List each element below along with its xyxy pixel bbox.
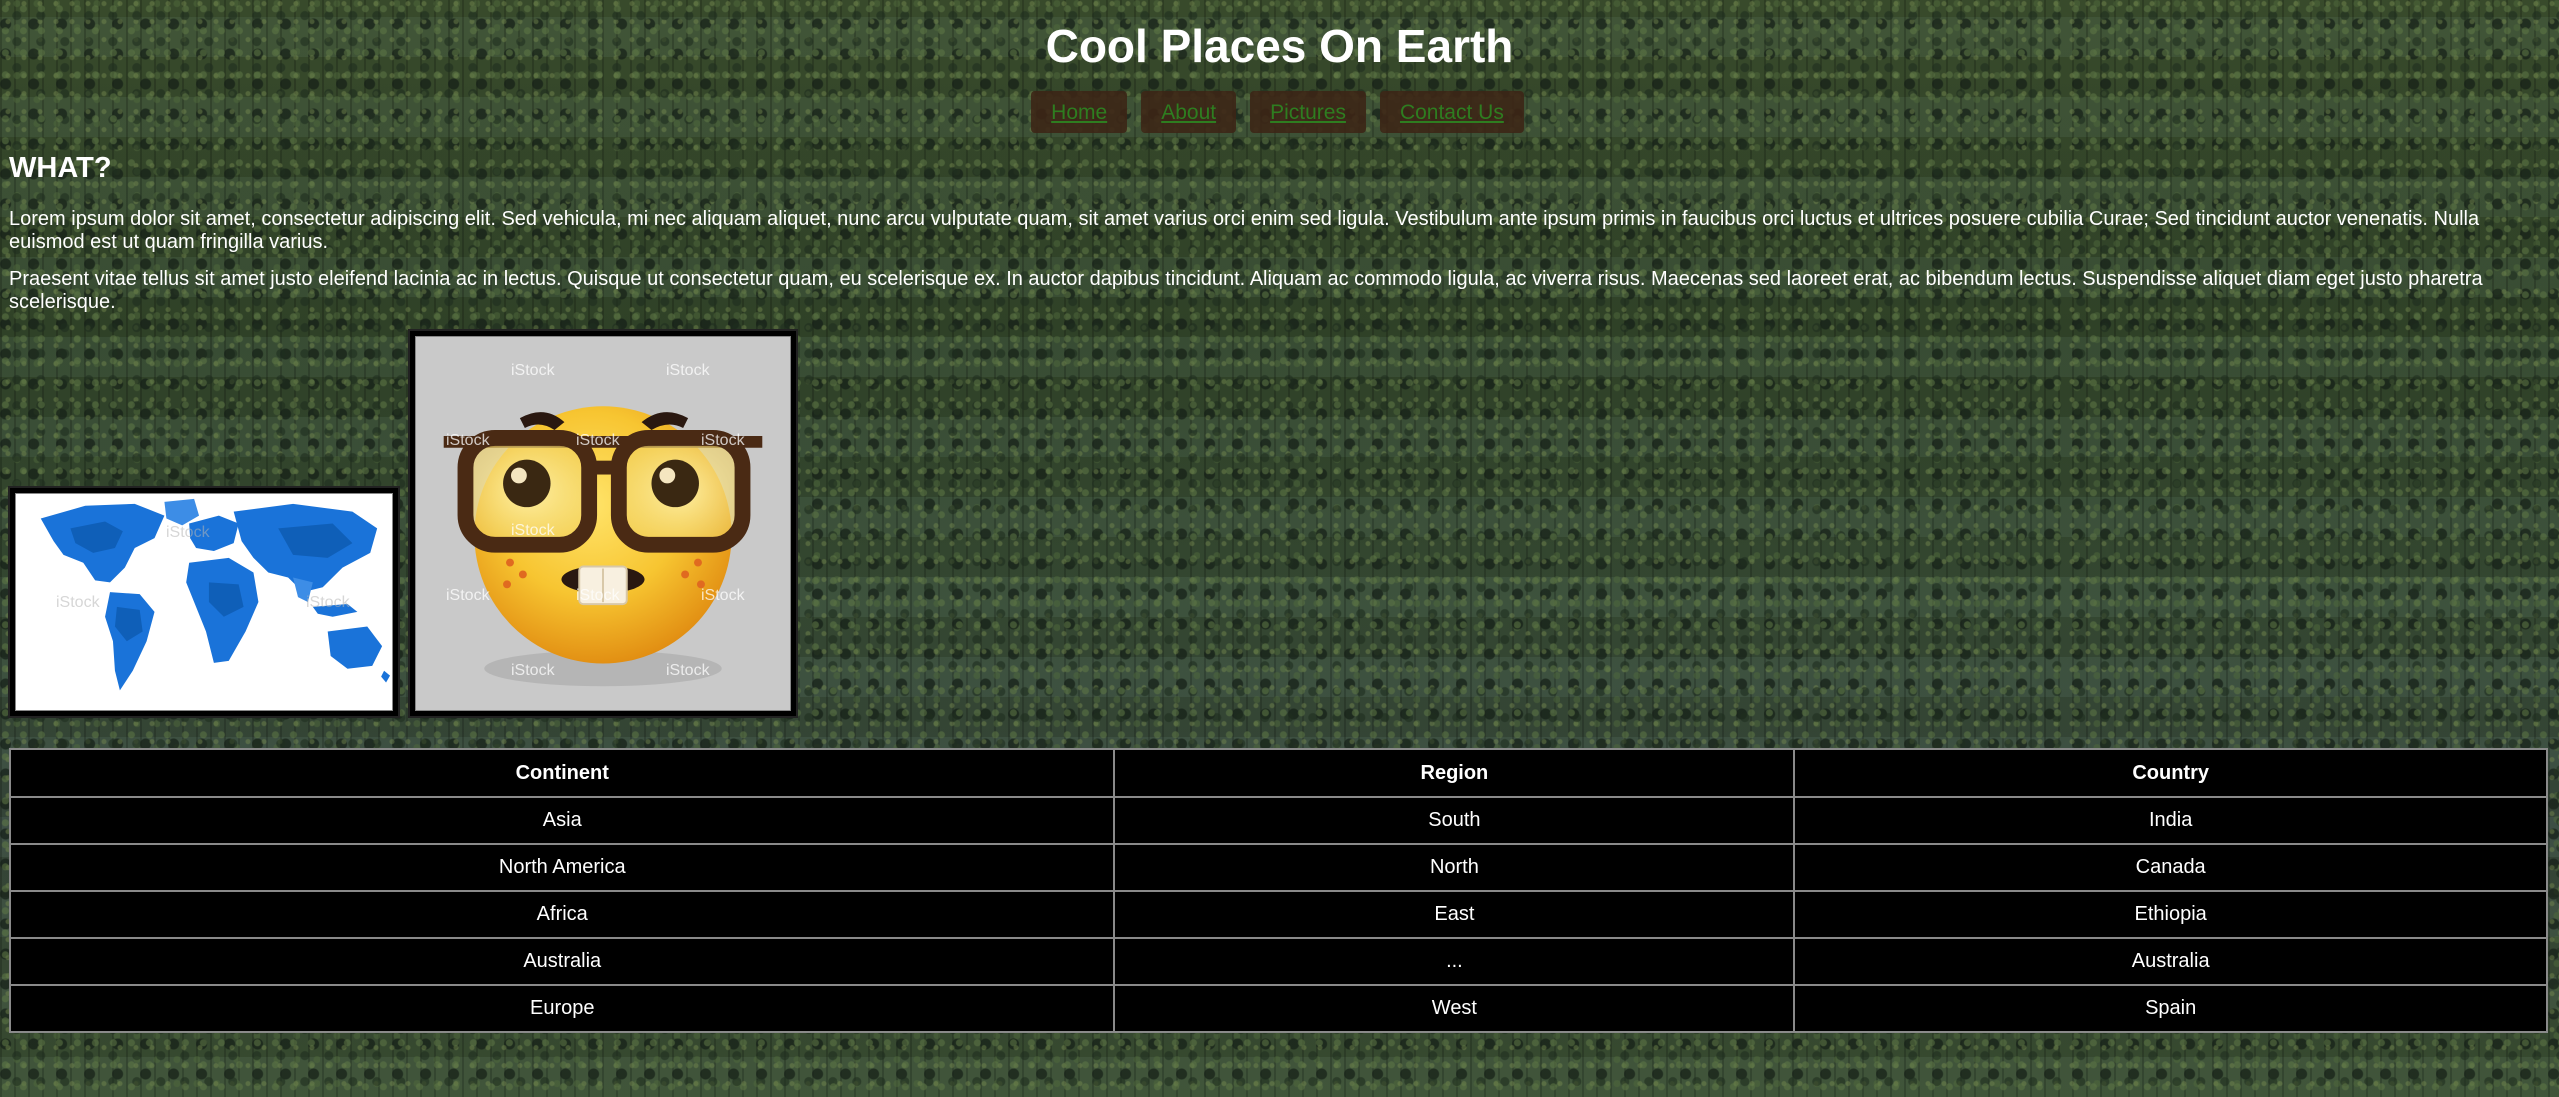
table-cell-country: Ethiopia [1793,890,2548,939]
column-header-region: Region [1113,748,1796,798]
table-cell-country: Spain [1793,984,2548,1033]
table-row: North America North Canada [8,843,2548,892]
world-map-canvas: iStock iStock iStock [15,493,393,711]
nerd-emoji-canvas: iStock iStock iStock iStock iStock iStoc… [415,336,791,711]
emoji-watermark: iStock [446,432,490,449]
table-cell-continent: Africa [8,890,1116,939]
page-title: Cool Places On Earth [1045,20,1514,72]
emoji-watermark: iStock [511,362,555,379]
map-watermark: iStock [306,594,350,611]
world-map-image: iStock iStock iStock [8,486,400,718]
main-nav: Home About Pictures Contact Us [0,91,2559,133]
emoji-watermark: iStock [511,662,555,679]
emoji-watermark: iStock [576,432,620,449]
table-cell-region: ... [1113,937,1796,986]
table-cell-region: West [1113,984,1796,1033]
emoji-watermark: iStock [666,362,710,379]
map-watermark: iStock [166,524,210,541]
table-cell-country: India [1793,796,2548,845]
column-header-continent: Continent [8,748,1116,798]
table-cell-continent: Europe [8,984,1116,1033]
nav-pictures-link[interactable]: Pictures [1250,91,1366,133]
table-cell-continent: Asia [8,796,1116,845]
emoji-watermark: iStock [701,432,745,449]
nerd-face-icon [443,406,763,687]
paragraph-2: Praesent vitae tellus sit amet justo ele… [9,268,2483,313]
table-header-row: Continent Region Country [8,748,2548,798]
nav-home-link[interactable]: Home [1031,91,1128,133]
table-row: Africa East Ethiopia [8,890,2548,939]
table-cell-region: North [1113,843,1796,892]
table-cell-country: Canada [1793,843,2548,892]
emoji-watermark: iStock [701,587,745,604]
table-cell-continent: Australia [8,937,1116,986]
emoji-watermark: iStock [666,662,710,679]
paragraph-1: Lorem ipsum dolor sit amet, consectetur … [9,208,2480,253]
table-cell-region: South [1113,796,1796,845]
column-header-country: Country [1793,748,2548,798]
table-row: Asia South India [8,796,2548,845]
table-cell-region: East [1113,890,1796,939]
table-cell-continent: North America [8,843,1116,892]
emoji-watermark: iStock [576,587,620,604]
table-row: Australia ... Australia [8,937,2548,986]
nav-contact-link[interactable]: Contact Us [1379,91,1524,133]
emoji-watermark: iStock [446,587,490,604]
table-cell-country: Australia [1793,937,2548,986]
nav-about-link[interactable]: About [1141,91,1237,133]
emoji-watermark: iStock [511,522,555,539]
nerd-emoji-image: iStock iStock iStock iStock iStock iStoc… [408,329,798,718]
section-heading: WHAT? [9,152,112,184]
map-watermark: iStock [56,594,100,611]
places-table: Continent Region Country Asia South Indi… [8,748,2548,1033]
table-row: Europe West Spain [8,984,2548,1033]
